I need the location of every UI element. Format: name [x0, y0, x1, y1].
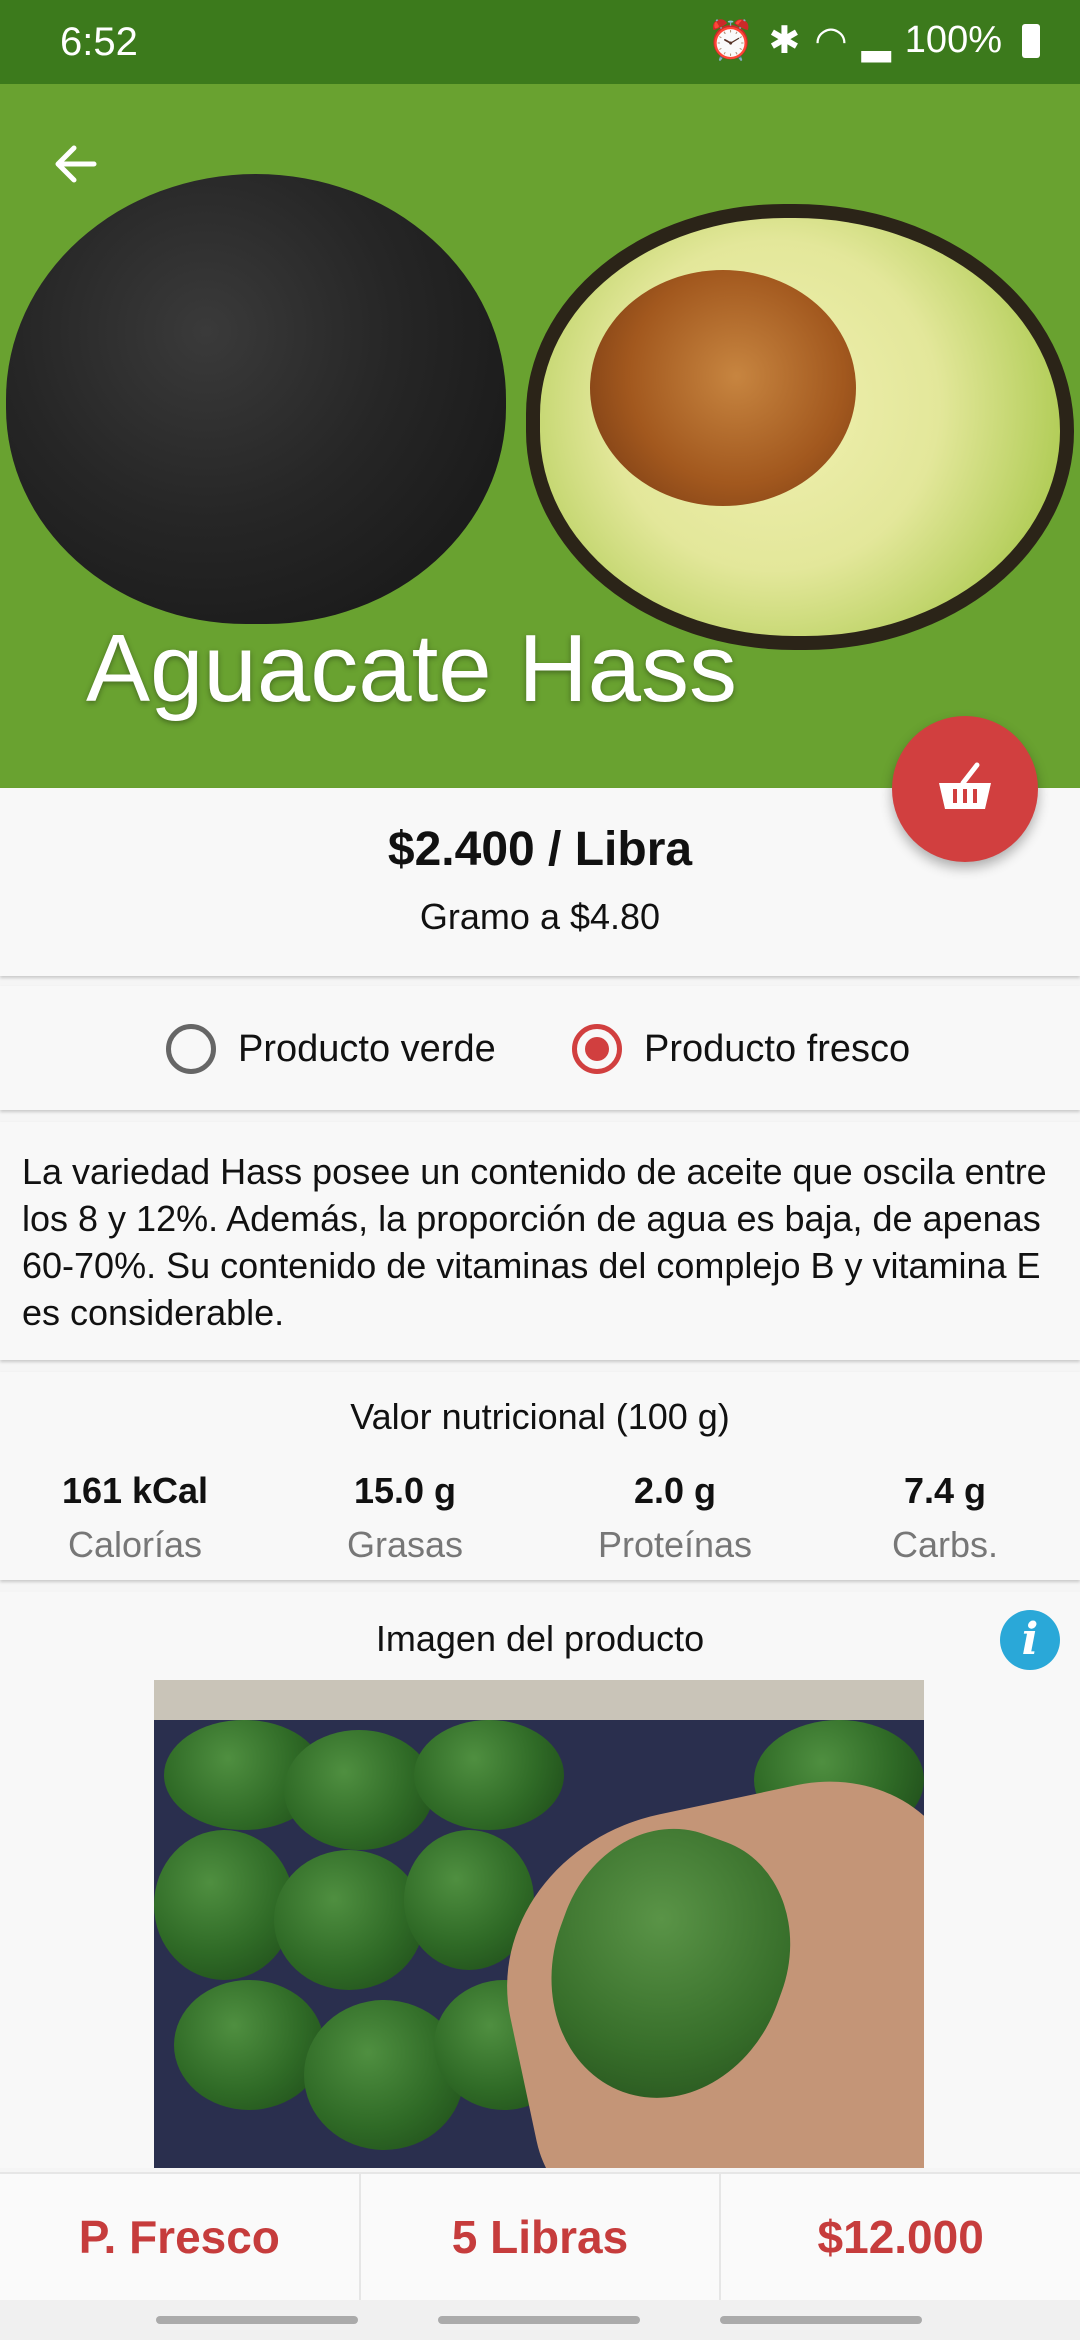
nav-recents-handle[interactable] [156, 2316, 358, 2324]
avocado-fruit [284, 1730, 434, 1850]
add-to-basket-button[interactable] [892, 716, 1038, 862]
product-title: Aguacate Hass [86, 615, 738, 722]
nutrition-proteins: 2.0 g Proteínas [540, 1470, 810, 1566]
product-type-button[interactable]: P. Fresco [0, 2174, 361, 2300]
product-photo [154, 1680, 924, 2168]
nutrition-value: 7.4 g [903, 1470, 987, 1511]
cardboard-box [154, 1680, 924, 1720]
total-price-button[interactable]: $12.000 [721, 2174, 1080, 2300]
status-time: 6:52 [60, 20, 138, 64]
product-description: La variedad Hass posee un contenido de a… [22, 1151, 1047, 1333]
nutrition-values: 161 kCal Calorías 15.0 g Grasas 2.0 g Pr… [0, 1470, 1080, 1566]
price-per-gram: Gramo a $4.80 [419, 896, 661, 937]
product-image-card: Imagen del producto i [0, 1592, 1080, 2168]
order-summary-bar: P. Fresco 5 Libras $12.000 [0, 2172, 1080, 2300]
product-image-title: Imagen del producto [375, 1618, 705, 1659]
basket-icon [939, 762, 991, 809]
nutrition-value: 2.0 g [633, 1470, 717, 1511]
battery-text: 100% [904, 19, 1002, 61]
radio-checked-icon[interactable] [572, 1024, 622, 1074]
bluetooth-icon: ✱ [768, 20, 801, 62]
avocado-fruit [414, 1720, 564, 1830]
half-avocado-image [526, 204, 1074, 650]
avocado-fruit [154, 1830, 294, 1980]
info-icon[interactable]: i [1000, 1610, 1060, 1670]
description-card: La variedad Hass posee un contenido de a… [0, 1122, 1080, 1360]
nutrition-label: Grasas [346, 1524, 464, 1565]
status-bar: 6:52 ⏰ ✱ ◠ ▂ 100% [0, 0, 1080, 84]
nav-back-handle[interactable] [720, 2316, 922, 2324]
nutrition-label: Calorías [67, 1524, 203, 1565]
signal-icon: ▂ [861, 20, 891, 62]
radio-label-verde: Producto verde [238, 1027, 496, 1070]
whole-avocado-image [6, 174, 506, 624]
wifi-icon: ◠ [814, 20, 848, 62]
battery-icon [1022, 23, 1040, 58]
radio-producto-verde[interactable]: Producto verde [166, 1024, 496, 1074]
nutrition-value: 161 kCal [61, 1470, 209, 1511]
radio-label-fresco: Producto fresco [644, 1027, 911, 1070]
radio-unchecked-icon[interactable] [166, 1024, 216, 1074]
nutrition-title: Valor nutricional (100 g) [350, 1396, 730, 1437]
avocado-fruit [274, 1850, 424, 1990]
status-icons: ⏰ ✱ ◠ ▂ 100% [707, 18, 1040, 63]
radio-producto-fresco[interactable]: Producto fresco [572, 1024, 910, 1074]
quantity-button[interactable]: 5 Libras [361, 2174, 722, 2300]
nutrition-fats: 15.0 g Grasas [270, 1470, 540, 1566]
avocado-fruit [174, 1980, 324, 2110]
nutrition-carbs: 7.4 g Carbs. [810, 1470, 1080, 1566]
product-type-selector: Producto verde Producto fresco [0, 986, 1080, 1110]
alarm-icon: ⏰ [707, 19, 755, 62]
nutrition-label: Carbs. [891, 1524, 999, 1565]
back-arrow-icon[interactable] [46, 134, 106, 194]
nutrition-calories: 161 kCal Calorías [0, 1470, 270, 1566]
system-navigation-bar [0, 2300, 1080, 2340]
nutrition-value: 15.0 g [353, 1470, 457, 1511]
product-hero: Aguacate Hass [0, 84, 1080, 788]
nutrition-card: Valor nutricional (100 g) 161 kCal Calor… [0, 1372, 1080, 1580]
nav-home-handle[interactable] [438, 2316, 640, 2324]
avocado-seed [590, 270, 856, 506]
nutrition-label: Proteínas [597, 1524, 753, 1565]
